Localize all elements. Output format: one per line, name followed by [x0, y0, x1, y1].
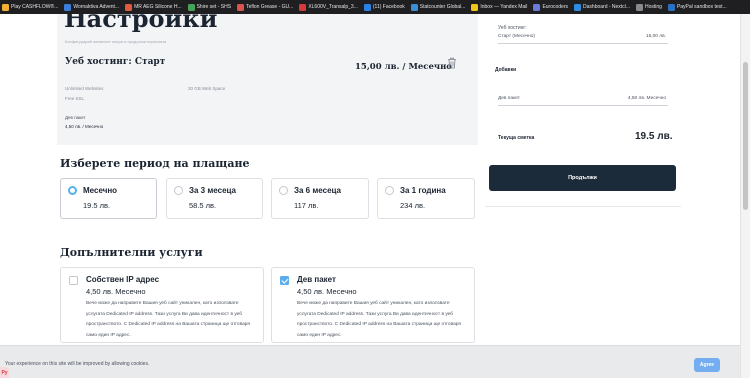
- bookmark-label: Teflon Grease - GU...: [246, 4, 294, 10]
- bookmark-item[interactable]: XL600V_Transalp_3...: [299, 3, 358, 11]
- bookmark-favicon-icon: [2, 3, 9, 11]
- feature-websites: Unlimited Websites: [65, 86, 104, 91]
- bookmark-favicon-icon: [410, 3, 418, 11]
- feature-web-space: 20 GB Web Space: [188, 86, 226, 91]
- bookmark-label: MR AEG Silicone H...: [134, 4, 182, 10]
- bookmark-label: XL600V_Transalp_3...: [308, 4, 358, 10]
- service-description: Вече може да направите Вашия уеб сайт ун…: [86, 301, 250, 338]
- bookmark-favicon-icon: [363, 3, 371, 11]
- bookmark-item[interactable]: Dashboard - Nextcl...: [574, 3, 630, 11]
- service-dev-package[interactable]: Дев пакет 4,50 лв. Месечно Вече може да …: [271, 267, 475, 343]
- bookmark-item[interactable]: (11) Facebook: [363, 3, 405, 11]
- period-name: За 3 месеца: [189, 186, 236, 195]
- agree-button[interactable]: Agree: [694, 358, 720, 372]
- feature-ssl: Free SSL: [65, 96, 85, 101]
- trash-icon[interactable]: [447, 57, 457, 69]
- checkbox-dev-package[interactable]: [280, 276, 289, 285]
- continue-button[interactable]: Продължи: [489, 165, 676, 191]
- service-price: 4,50 лв. Месечно: [86, 287, 146, 296]
- services-title: Допълнителни услуги: [60, 246, 203, 259]
- bookmark-item[interactable]: Eurocoders: [533, 3, 569, 11]
- service-name: Дев пакет: [297, 275, 336, 284]
- dev-package-label: Дев пакет: [65, 115, 86, 120]
- summary-addons-title: Добавки: [495, 67, 517, 73]
- bookmark-favicon-icon: [471, 3, 479, 11]
- bookmark-item[interactable]: Inbox — Yandex Mail: [471, 3, 528, 11]
- radio-monthly[interactable]: [68, 186, 77, 195]
- language-badge[interactable]: Ру: [0, 367, 9, 378]
- page-scrollbar[interactable]: [740, 14, 750, 378]
- bookmark-favicon-icon: [187, 3, 195, 11]
- bookmark-label: (11) Facebook: [372, 4, 405, 10]
- order-summary: Уеб хостинг: Старт (Месечно) 15,00 лв. Д…: [485, 14, 681, 207]
- bookmark-favicon-icon: [533, 3, 541, 11]
- bookmark-label: PayPal sandbox test...: [676, 4, 727, 10]
- service-dedicated-ip[interactable]: Собствен IP адрес 4,50 лв. Месечно Вече …: [60, 267, 264, 343]
- service-price: 4,50 лв. Месечно: [297, 287, 357, 296]
- radio-3-months[interactable]: [174, 186, 183, 195]
- period-price: 58.5 лв.: [189, 201, 217, 210]
- bookmark-label: Hosting: [644, 4, 662, 10]
- summary-hosting-row: Старт (Месечно) 15,00 лв.: [498, 34, 668, 44]
- summary-addon-item: Дев пакет: [498, 96, 520, 101]
- period-price: 234 лв.: [400, 201, 426, 210]
- bookmark-favicon-icon: [667, 3, 675, 11]
- period-option-6-months[interactable]: За 6 месеца 117 лв.: [271, 178, 369, 219]
- period-name: За 1 година: [400, 186, 446, 195]
- period-option-monthly[interactable]: Месечно 19.5 лв.: [60, 178, 157, 219]
- bookmark-item[interactable]: Play CASHFLOW®...: [2, 3, 59, 11]
- config-panel: Настройки Конфигурирай желаните опции и …: [57, 14, 478, 145]
- bookmark-favicon-icon: [299, 3, 307, 11]
- bookmark-label: Play CASHFLOW®...: [11, 4, 59, 10]
- period-title: Изберете период на плащане: [60, 157, 250, 170]
- bookmark-label: Dashboard - Nextcl...: [583, 4, 630, 10]
- bookmark-item[interactable]: Statcounter Global...: [410, 3, 466, 11]
- summary-total-value: 19.5 лв.: [635, 131, 673, 142]
- bookmark-favicon-icon: [64, 3, 72, 11]
- bookmark-item[interactable]: Shire set - SHS: [187, 3, 232, 11]
- bookmark-label: Eurocoders: [542, 4, 569, 10]
- page-title: Настройки: [64, 14, 218, 33]
- bookmark-item[interactable]: MR AEG Silicone H...: [125, 3, 182, 11]
- cookie-bar: Your experience on this site will be imp…: [0, 345, 740, 378]
- summary-addon-row: Дев пакет 4,50 лв. Месечно: [498, 96, 668, 106]
- plan-name: Уеб хостинг: Старт: [65, 57, 166, 67]
- bookmark-label: Shire set - SHS: [196, 4, 232, 10]
- period-price: 19.5 лв.: [83, 201, 111, 210]
- radio-6-months[interactable]: [279, 186, 288, 195]
- bookmark-favicon-icon: [574, 3, 582, 11]
- scrollbar-thumb[interactable]: [743, 62, 748, 210]
- bookmark-favicon-icon: [635, 3, 643, 11]
- plan-price: 15,00 лв. / Месечно: [355, 62, 452, 72]
- summary-hosting-price: 15,00 лв.: [645, 34, 666, 39]
- summary-addon-price: 4,50 лв. Месечно: [627, 96, 666, 101]
- summary-hosting-head: Уеб хостинг:: [498, 25, 527, 31]
- bookmark-item[interactable]: Hosting: [635, 3, 662, 11]
- bookmark-favicon-icon: [237, 3, 245, 11]
- checkbox-dedicated-ip[interactable]: [69, 276, 78, 285]
- period-name: За 6 месеца: [294, 186, 341, 195]
- summary-total-label: Текуща сметка: [498, 135, 535, 141]
- period-name: Месечно: [83, 186, 118, 195]
- bookmark-item[interactable]: Teflon Grease - GU...: [237, 3, 294, 11]
- dev-package-price: 4,50 лв. / Месечно: [65, 124, 104, 129]
- page-subtitle: Конфигурирай желаните опции и продължи п…: [65, 39, 167, 44]
- bookmark-item[interactable]: PayPal sandbox test...: [667, 3, 727, 11]
- bookmark-favicon-icon: [125, 3, 133, 11]
- period-option-1-year[interactable]: За 1 година 234 лв.: [377, 178, 475, 219]
- radio-1-year[interactable]: [385, 186, 394, 195]
- page-content: Настройки Конфигурирай желаните опции и …: [0, 14, 740, 378]
- cookie-text: Your experience on this site will be imp…: [5, 361, 150, 367]
- bookmark-label: Inbox — Yandex Mail: [480, 4, 528, 10]
- service-description: Вече може да направите Вашия уеб сайт ун…: [297, 301, 461, 338]
- period-option-3-months[interactable]: За 3 месеца 58.5 лв.: [166, 178, 263, 219]
- bookmark-label: Wornaktiva Advent...: [73, 4, 120, 10]
- service-name: Собствен IP адрес: [86, 275, 160, 284]
- summary-hosting-item: Старт (Месечно): [498, 34, 536, 39]
- bookmark-item[interactable]: Wornaktiva Advent...: [64, 3, 120, 11]
- period-price: 117 лв.: [294, 201, 319, 210]
- bookmarks-bar: Play CASHFLOW®... Wornaktiva Advent... MR …: [0, 0, 750, 14]
- bookmark-label: Statcounter Global...: [419, 4, 466, 10]
